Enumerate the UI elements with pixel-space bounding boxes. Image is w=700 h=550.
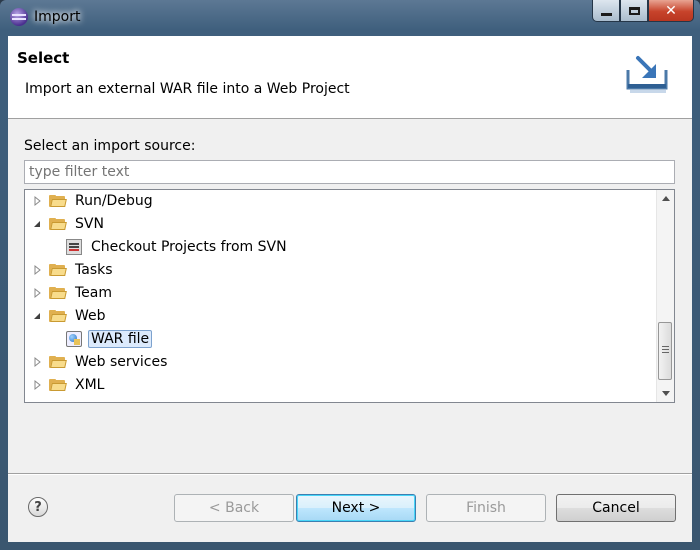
tree-item-label: WAR file <box>88 330 153 348</box>
war-file-icon <box>66 331 82 347</box>
expand-arrow-icon[interactable] <box>31 287 43 299</box>
tree-item-checkout-svn[interactable]: Checkout Projects from SVN <box>66 236 290 258</box>
maximize-icon <box>628 6 640 15</box>
title-bar[interactable]: Import ✕ <box>0 0 700 36</box>
collapse-arrow-icon[interactable] <box>31 310 43 322</box>
tree-item-xml[interactable]: XML <box>31 374 107 396</box>
page-description: Import an external WAR file into a Web P… <box>25 81 350 97</box>
close-icon: ✕ <box>665 2 677 19</box>
import-source-tree[interactable]: Run/Debug SVN Checkout Projects from SVN… <box>24 189 675 403</box>
scroll-up-button[interactable] <box>657 190 674 207</box>
import-source-label: Select an import source: <box>24 138 196 154</box>
dialog-content: Select Import an external WAR file into … <box>8 36 692 542</box>
filter-input[interactable] <box>24 160 675 184</box>
svn-checkout-icon <box>66 239 82 255</box>
folder-open-icon <box>49 218 67 230</box>
expand-arrow-icon[interactable] <box>31 264 43 276</box>
tree-item-svn[interactable]: SVN <box>31 213 107 235</box>
tree-item-label: Team <box>75 285 113 301</box>
close-button[interactable]: ✕ <box>648 0 694 22</box>
scroll-thumb[interactable] <box>658 322 672 380</box>
maximize-button[interactable] <box>620 0 648 22</box>
tree-item-war-file[interactable]: WAR file <box>66 328 153 350</box>
expand-arrow-icon[interactable] <box>31 195 43 207</box>
eclipse-icon <box>10 8 28 26</box>
tree-scrollbar[interactable] <box>656 190 674 402</box>
folder-icon <box>49 195 67 207</box>
help-icon: ? <box>34 499 42 515</box>
tree-item-label: SVN <box>75 216 104 232</box>
tree-item-label: Web <box>75 308 106 324</box>
wizard-banner: Select Import an external WAR file into … <box>8 36 692 119</box>
tree-item-label: Checkout Projects from SVN <box>91 239 287 255</box>
back-button[interactable]: < Back <box>174 494 294 522</box>
tree-item-label: Run/Debug <box>75 193 153 209</box>
folder-icon <box>49 379 67 391</box>
cancel-button[interactable]: Cancel <box>556 494 676 522</box>
button-bar-separator <box>8 473 692 475</box>
import-wizard-icon <box>624 48 672 96</box>
minimize-button[interactable] <box>592 0 620 22</box>
tree-item-web[interactable]: Web <box>31 305 109 327</box>
finish-button[interactable]: Finish <box>426 494 546 522</box>
tree-item-team[interactable]: Team <box>31 282 115 304</box>
tree-item-label: Web services <box>75 354 168 370</box>
window-title: Import <box>34 9 81 25</box>
tree-item-label: XML <box>75 377 105 393</box>
collapse-arrow-icon[interactable] <box>31 218 43 230</box>
help-button[interactable]: ? <box>28 497 48 517</box>
next-button[interactable]: Next > <box>296 494 416 522</box>
tree-item-run-debug[interactable]: Run/Debug <box>31 190 156 212</box>
expand-arrow-icon[interactable] <box>31 356 43 368</box>
expand-arrow-icon[interactable] <box>31 379 43 391</box>
folder-open-icon <box>49 310 67 322</box>
tree-item-tasks[interactable]: Tasks <box>31 259 116 281</box>
folder-icon <box>49 264 67 276</box>
page-title: Select <box>17 49 70 67</box>
tree-item-web-services[interactable]: Web services <box>31 351 170 373</box>
scroll-down-button[interactable] <box>657 385 674 402</box>
import-dialog: Import ✕ Select Import an external WAR f… <box>0 0 700 550</box>
minimize-icon <box>600 13 612 16</box>
grip-icon <box>662 346 669 347</box>
tree-item-label: Tasks <box>75 262 113 278</box>
folder-icon <box>49 287 67 299</box>
caption-buttons: ✕ <box>592 0 694 24</box>
folder-icon <box>49 356 67 368</box>
